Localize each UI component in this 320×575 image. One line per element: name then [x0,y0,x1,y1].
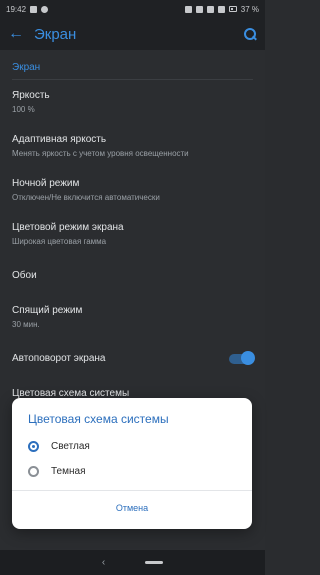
toggle-knob [241,350,255,365]
setting-night-mode[interactable]: Ночной режим Отключен/Не включится автом… [0,168,265,212]
back-arrow-icon[interactable]: ← [8,25,28,43]
page-title: Экран [34,25,77,43]
cancel-button[interactable]: Отмена [116,503,148,513]
alarm-icon [206,5,214,13]
setting-title: Цветовой режим экрана [12,222,124,233]
setting-subtitle: 100 % [12,105,35,114]
dialog-title: Цветовая схема системы [28,412,169,426]
setting-title: Адаптивная яркость [12,134,107,145]
option-label: Светлая [51,441,90,452]
setting-title: Ночной режим [12,178,80,189]
setting-screen-color-mode[interactable]: Цветовой режим экрана Широкая цветовая г… [0,212,265,256]
dialog-actions: Отмена [12,491,252,525]
battery-icon [228,6,237,12]
setting-title: Автоповорот экрана [12,353,106,364]
status-bar: 19:42 37 % [0,0,265,18]
battery-text: 37 % [240,4,259,14]
wifi-icon [217,5,225,13]
setting-wallpaper[interactable]: Обои [0,256,265,295]
search-icon[interactable] [243,27,257,41]
vibrate-icon [195,5,203,13]
radio-unselected-icon[interactable] [28,466,39,477]
setting-sleep[interactable]: Спящий режим 30 мин. [0,295,265,339]
setting-title: Яркость [12,90,50,101]
setting-title: Обои [12,270,37,281]
circle-icon [41,5,49,13]
setting-subtitle: Отключен/Не включится автоматически [12,193,160,202]
status-time: 19:42 [6,4,27,14]
color-scheme-dialog: Цветовая схема системы Светлая Темная От… [12,398,252,529]
nav-home-icon[interactable] [145,561,164,564]
setting-adaptive-brightness[interactable]: Адаптивная яркость Менять яркость с учет… [0,124,265,168]
option-label: Темная [51,466,86,477]
setting-brightness[interactable]: Яркость 100 % [0,80,265,124]
nav-back-icon[interactable]: ‹ [102,557,105,568]
option-light[interactable]: Светлая [12,434,252,459]
setting-title: Спящий режим [12,305,83,316]
auto-rotate-toggle[interactable] [229,350,255,365]
app-bar: ← Экран [0,18,265,50]
setting-subtitle: 30 мин. [12,320,40,329]
notification-icon [30,5,38,13]
radio-selected-icon[interactable] [28,441,39,452]
setting-auto-rotate[interactable]: Автоповорот экрана [0,339,265,378]
navigation-bar: ‹ [0,550,265,575]
bluetooth-icon [184,5,192,13]
section-header: Экран [12,62,41,73]
setting-subtitle: Широкая цветовая гамма [12,237,107,246]
setting-subtitle: Менять яркость с учетом уровня освещенно… [12,149,189,158]
option-dark[interactable]: Темная [12,459,252,484]
